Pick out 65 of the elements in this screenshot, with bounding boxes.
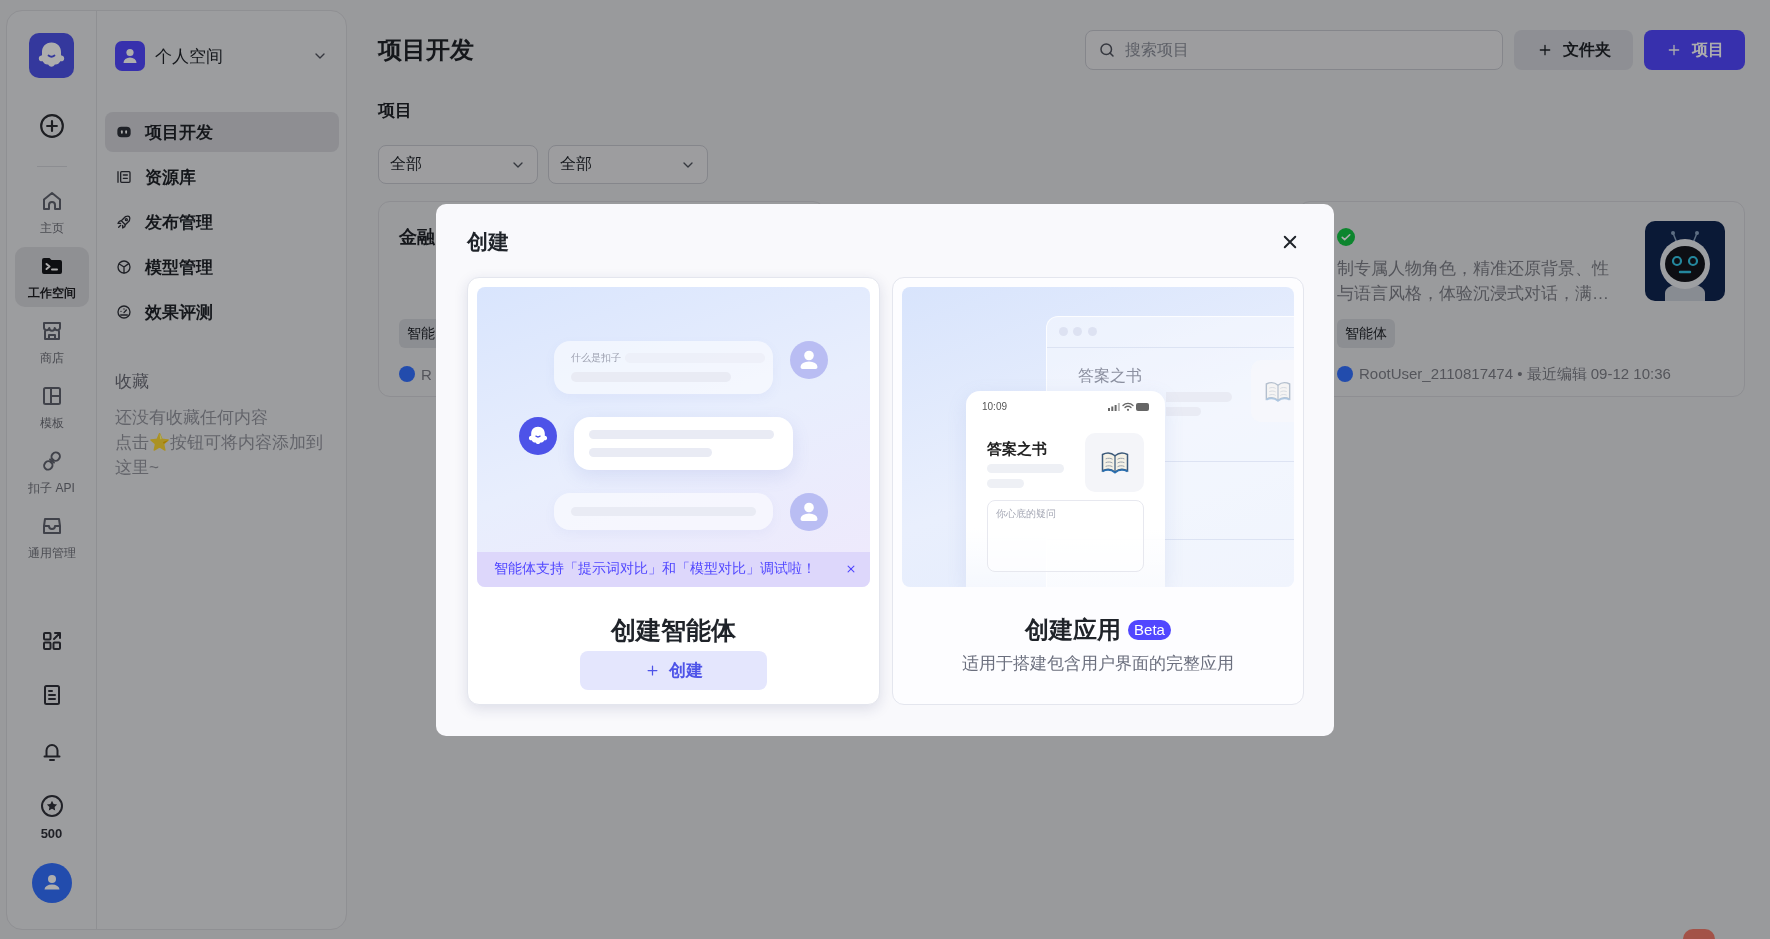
dialog-title: 创建 xyxy=(467,228,509,255)
sidebar-nav-item[interactable]: 模型管理 xyxy=(105,247,339,287)
signal-icon xyxy=(1108,402,1120,411)
favorites-heading: 收藏 xyxy=(114,371,150,393)
author-avatar-icon xyxy=(399,366,415,382)
status-time: 10:09 xyxy=(982,400,1008,413)
app-title: 答案之书 xyxy=(987,438,1047,459)
user-avatar-icon xyxy=(790,492,828,531)
space-selector[interactable]: 个人空间 xyxy=(115,41,339,71)
description-text: 制专属人物角色，精准还原背景、性 xyxy=(1337,258,1610,280)
page-title: 项目开发 xyxy=(378,35,474,65)
create-folder-button[interactable]: 文件夹 xyxy=(1514,30,1633,70)
option-title: 创建智能体 xyxy=(611,614,736,646)
plus-icon xyxy=(644,662,660,678)
rail-nav-item[interactable]: 工作空间 xyxy=(14,247,89,307)
type-tag: 智能体 xyxy=(1337,319,1395,348)
create-app-card[interactable]: 答案之书 10:09 答案之书 你心底的疑问 创建应用 Beta 适用于搭建包含用户界面的完整应用 xyxy=(892,276,1304,705)
notice-text: 智能体支持「提示词对比」和「模型对比」调试啦！ xyxy=(494,560,816,578)
search-icon xyxy=(1098,41,1116,59)
author-avatar-icon xyxy=(1337,366,1353,382)
author-meta-text: RootUser_2110817474 • 最近编辑 09-12 10:36 xyxy=(1359,364,1671,384)
sidebar-nav-item[interactable]: 发布管理 xyxy=(105,202,339,242)
rail-nav-item[interactable]: 商店 xyxy=(14,312,89,372)
star-badge-icon xyxy=(39,794,64,818)
rail-nav-item[interactable]: 模板 xyxy=(14,377,89,437)
credits-button[interactable]: 500 xyxy=(39,794,64,841)
rail-nav-item[interactable]: 通用管理 xyxy=(14,507,89,567)
author-meta-text: R xyxy=(421,365,432,383)
empty-hint-text: 还没有收藏任何内容 xyxy=(114,407,269,429)
skeleton-bar xyxy=(1166,406,1201,416)
logo-icon[interactable] xyxy=(29,33,74,78)
window-title: 答案之书 xyxy=(1078,365,1142,386)
battery-icon xyxy=(1136,402,1149,411)
search-field[interactable]: 搜索项目 xyxy=(1085,30,1503,70)
user-avatar-icon xyxy=(790,340,828,379)
bot-icon xyxy=(116,124,132,140)
skeleton-bar xyxy=(1166,391,1232,402)
add-icon[interactable] xyxy=(38,113,65,139)
filter-dropdown[interactable]: 全部 xyxy=(548,145,708,184)
question-input-field[interactable]: 你心底的疑问 xyxy=(987,499,1144,572)
person-icon xyxy=(115,41,145,71)
library-icon xyxy=(116,169,132,185)
sidebar-nav-item[interactable]: 项目开发 xyxy=(105,112,339,152)
filter-dropdown[interactable]: 全部 xyxy=(378,145,538,184)
description-text: 与语言风格，体验沉浸式对话，满… xyxy=(1337,283,1610,305)
sphere-icon xyxy=(116,259,132,275)
bot-avatar-icon xyxy=(519,416,557,455)
sidebar-nav-item[interactable]: 效果评测 xyxy=(105,292,339,332)
bubble-text: 什么是扣子 xyxy=(571,350,621,365)
create-agent-card[interactable]: 什么是扣子 智能体支持「提示词对比」和「模型对比」调试啦！ 创建智能体 创建 xyxy=(467,276,880,705)
option-title: 创建应用 xyxy=(1025,614,1122,645)
create-button[interactable]: 创建 xyxy=(580,650,767,690)
option-description: 适用于搭建包含用户界面的完整应用 xyxy=(962,652,1234,675)
beta-badge: Beta xyxy=(1128,619,1171,640)
gauge-icon xyxy=(116,304,132,320)
wifi-icon xyxy=(1122,401,1134,411)
project-title: 金融 xyxy=(399,226,435,249)
section-title: 项目 xyxy=(378,100,412,122)
empty-hint-text: 点击⭐按钮可将内容添加到这里~ xyxy=(114,432,324,479)
user-avatar-icon[interactable] xyxy=(31,863,72,903)
create-project-button[interactable]: 项目 xyxy=(1644,30,1745,70)
rail-nav-item[interactable]: 扣子 API xyxy=(14,442,89,502)
rail-nav-item[interactable]: 主页 xyxy=(14,182,89,242)
sidebar-nav-item[interactable]: 资源库 xyxy=(105,157,339,197)
rocket-icon xyxy=(116,214,132,230)
